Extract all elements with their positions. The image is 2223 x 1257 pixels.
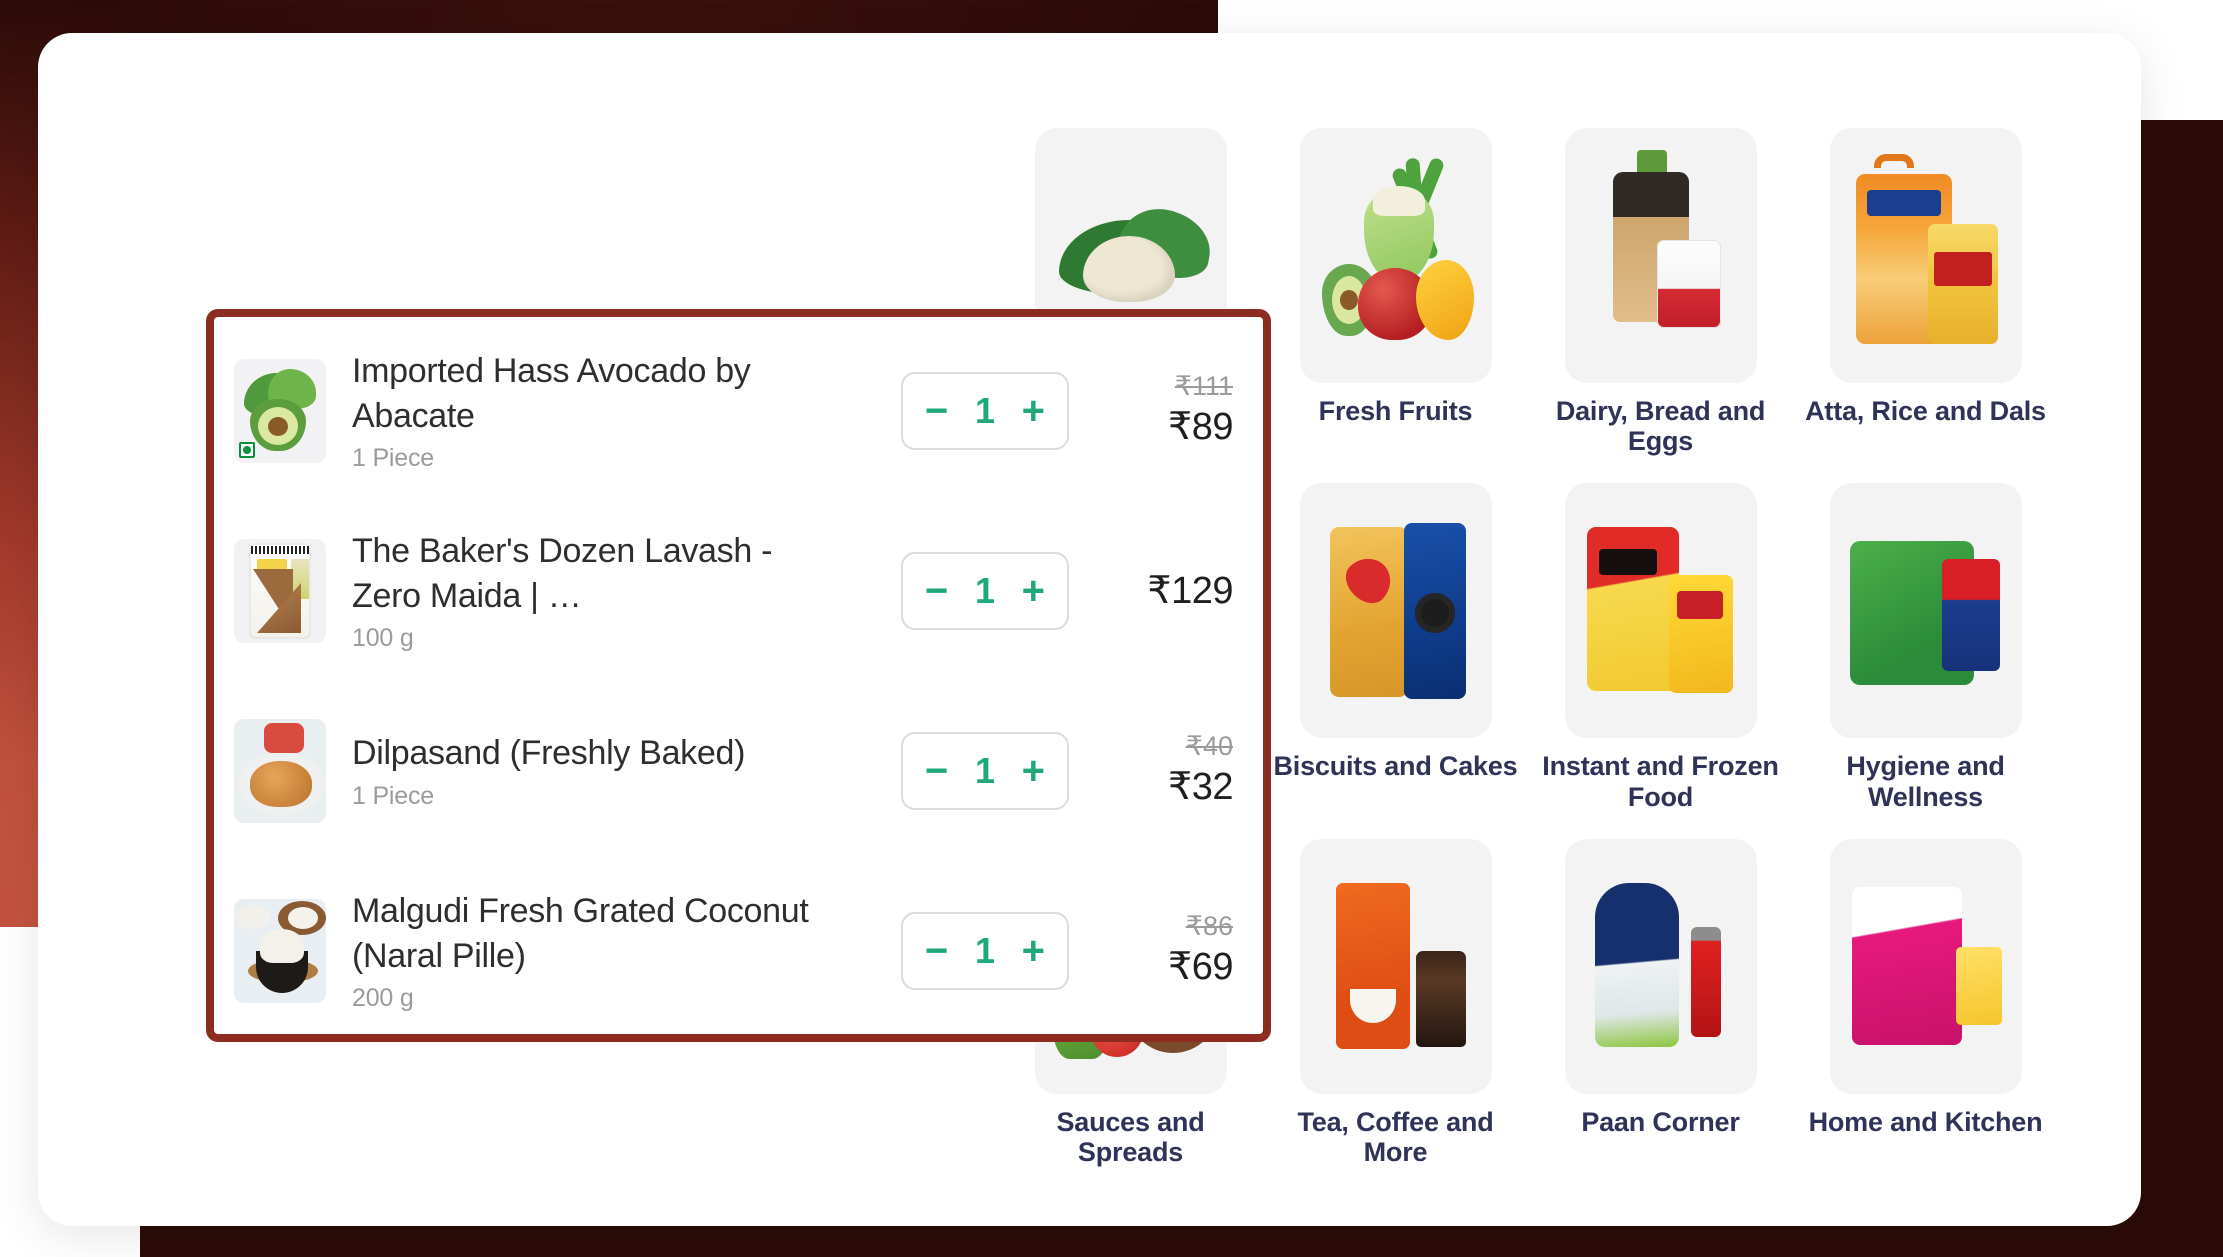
- price-current: ₹32: [1168, 766, 1233, 809]
- veg-indicator-icon: [239, 442, 255, 458]
- biscuits-cakes-image: [1299, 483, 1492, 739]
- quantity-value: 1: [974, 570, 996, 611]
- cart-item-row[interactable]: Imported Hass Avocado by Abacate 1 Piece…: [214, 321, 1263, 501]
- category-tile-tea-coffee-and-more[interactable]: Tea, Coffee and More: [1263, 838, 1528, 1168]
- category-label: Paan Corner: [1581, 1106, 1740, 1137]
- increment-button[interactable]: +: [1022, 571, 1045, 611]
- quantity-stepper[interactable]: − 1 +: [901, 372, 1069, 450]
- tea-coffee-image: [1299, 838, 1492, 1094]
- cart-item-row[interactable]: The Baker's Dozen Lavash - Zero Maida | …: [214, 501, 1263, 681]
- category-label: Home and Kitchen: [1808, 1106, 2043, 1137]
- product-price-block: ₹129: [1105, 566, 1237, 616]
- quantity-stepper[interactable]: − 1 +: [901, 912, 1069, 990]
- product-name: Malgudi Fresh Grated Coconut (Naral Pill…: [352, 892, 809, 975]
- screenshot-backdrop: Fresh Fruits Dairy, Bread and Eggs Atta,…: [0, 0, 2223, 1257]
- category-tile-instant-and-frozen-food[interactable]: Instant and Frozen Food: [1528, 483, 1793, 812]
- product-name: Imported Hass Avocado by Abacate: [352, 352, 751, 435]
- coconut-image: [234, 899, 326, 1003]
- app-window-card: Fresh Fruits Dairy, Bread and Eggs Atta,…: [38, 33, 2141, 1226]
- atta-rice-dals-image: [1829, 128, 2022, 383]
- instant-frozen-food-image: [1564, 483, 1757, 739]
- dairy-bread-eggs-image: [1564, 128, 1757, 383]
- category-tile-dairy-bread-eggs[interactable]: Dairy, Bread and Eggs: [1528, 128, 1793, 456]
- decrement-button[interactable]: −: [925, 931, 948, 971]
- category-label: Fresh Fruits: [1318, 396, 1473, 426]
- price-current: ₹89: [1168, 406, 1233, 449]
- decrement-button[interactable]: −: [925, 391, 948, 431]
- product-thumbnail-lavash: [234, 539, 326, 643]
- quantity-stepper[interactable]: − 1 +: [901, 552, 1069, 630]
- cart-item-row[interactable]: Dilpasand (Freshly Baked) 1 Piece − 1 + …: [214, 681, 1263, 861]
- product-thumbnail-dilpasand: [234, 719, 326, 823]
- home-kitchen-image: [1829, 838, 2022, 1094]
- category-label: Hygiene and Wellness: [1846, 751, 2005, 812]
- product-price-block: ₹40 ₹32: [1105, 730, 1237, 811]
- product-info: The Baker's Dozen Lavash - Zero Maida | …: [326, 529, 901, 652]
- product-price-block: ₹86 ₹69: [1105, 910, 1237, 991]
- product-name: Dilpasand (Freshly Baked): [352, 734, 746, 773]
- product-unit: 100 g: [352, 623, 414, 652]
- quantity-value: 1: [974, 930, 996, 971]
- price-original: ₹111: [1174, 371, 1233, 402]
- increment-button[interactable]: +: [1022, 931, 1045, 971]
- category-label: Atta, Rice and Dals: [1805, 396, 2046, 426]
- price-original: ₹40: [1185, 731, 1233, 762]
- category-label: Sauces and Spreads: [1056, 1106, 1205, 1168]
- product-price-block: ₹111 ₹89: [1105, 370, 1237, 451]
- fresh-fruits-image: [1299, 128, 1492, 383]
- dilpasand-image: [234, 719, 326, 823]
- cart-item-row[interactable]: Malgudi Fresh Grated Coconut (Naral Pill…: [214, 861, 1263, 1034]
- product-thumbnail-avocado: [234, 359, 326, 463]
- product-unit: 200 g: [352, 983, 414, 1012]
- category-tile-fresh-fruits[interactable]: Fresh Fruits: [1263, 128, 1528, 456]
- increment-button[interactable]: +: [1022, 391, 1045, 431]
- product-info: Dilpasand (Freshly Baked) 1 Piece: [326, 731, 901, 810]
- quantity-value: 1: [974, 390, 996, 431]
- quantity-stepper[interactable]: − 1 +: [901, 732, 1069, 810]
- hygiene-wellness-image: [1829, 483, 2022, 739]
- category-tile-home-and-kitchen[interactable]: Home and Kitchen: [1793, 838, 2058, 1167]
- category-label: Dairy, Bread and Eggs: [1555, 396, 1766, 457]
- quantity-value: 1: [974, 750, 996, 791]
- category-label: Tea, Coffee and More: [1297, 1106, 1494, 1168]
- price-original: ₹86: [1185, 911, 1233, 942]
- product-info: Malgudi Fresh Grated Coconut (Naral Pill…: [326, 889, 901, 1012]
- paan-corner-image: [1564, 838, 1757, 1094]
- category-tile-atta-rice-dals[interactable]: Atta, Rice and Dals: [1793, 128, 2058, 456]
- category-label: Biscuits and Cakes: [1273, 751, 1518, 782]
- cart-item-list: Imported Hass Avocado by Abacate 1 Piece…: [214, 317, 1263, 1034]
- price-current: ₹69: [1168, 946, 1233, 989]
- category-tile-hygiene-and-wellness[interactable]: Hygiene and Wellness: [1793, 483, 2058, 812]
- cart-items-panel: Imported Hass Avocado by Abacate 1 Piece…: [206, 309, 1271, 1042]
- price-current: ₹129: [1147, 570, 1233, 613]
- product-unit: 1 Piece: [352, 443, 434, 472]
- lavash-pack: [249, 543, 311, 639]
- increment-button[interactable]: +: [1022, 751, 1045, 791]
- product-info: Imported Hass Avocado by Abacate 1 Piece: [326, 349, 901, 472]
- decrement-button[interactable]: −: [925, 751, 948, 791]
- product-name: The Baker's Dozen Lavash - Zero Maida | …: [352, 532, 773, 615]
- decrement-button[interactable]: −: [925, 571, 948, 611]
- product-thumbnail-coconut: [234, 899, 326, 1003]
- product-unit: 1 Piece: [352, 781, 434, 810]
- category-tile-biscuits-and-cakes[interactable]: Biscuits and Cakes: [1263, 483, 1528, 811]
- category-label: Instant and Frozen Food: [1542, 751, 1779, 812]
- category-tile-paan-corner[interactable]: Paan Corner: [1528, 838, 1793, 1167]
